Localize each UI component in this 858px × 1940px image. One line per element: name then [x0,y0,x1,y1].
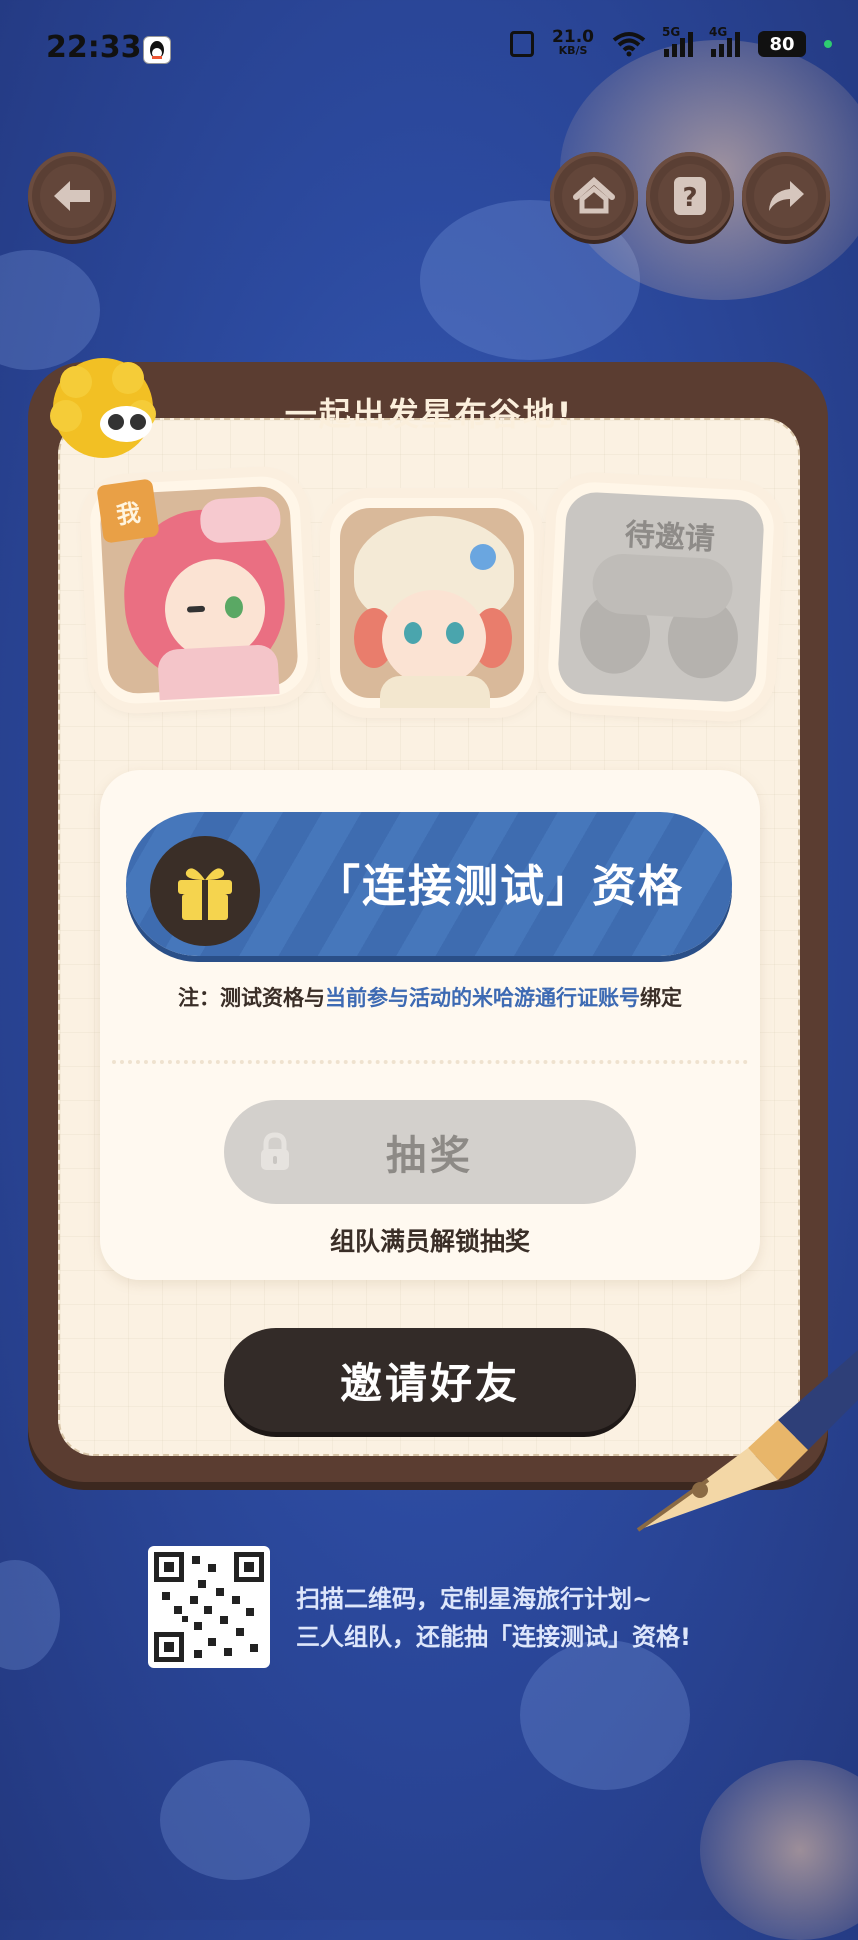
qr-code[interactable] [148,1546,270,1668]
teammate-avatar-2 [330,498,534,708]
question-icon: ? [674,177,706,215]
signal-5g-label: 5G [662,25,681,39]
qr-text-line-1: 扫描二维码，定制星海旅行计划~ [296,1585,653,1613]
network-speed: 21.0 KB/S [552,29,594,58]
wifi-icon [612,32,646,57]
note-prefix: 注：测试资格与 [178,986,325,1010]
draw-unlock-hint: 组队满员解锁抽奖 [329,1227,530,1256]
status-icons: 21.0 KB/S 5G 4G 80 [510,25,832,58]
draw-button-label: 抽奖 [386,1133,474,1179]
invite-button-label: 邀请好友 [339,1358,520,1408]
qr-description: 扫描二维码，定制星海旅行计划~ 三人组队，还能抽「连接测试」资格! [296,1580,691,1656]
battery-indicator: 80 [758,31,806,57]
gift-icon-wrap [150,836,260,946]
reward-note: 注：测试资格与当前参与活动的米哈游通行证账号绑定 [100,982,760,1012]
signal-4g: 4G [709,25,740,57]
invite-friends-button[interactable]: 邀请好友 [224,1328,636,1432]
arrow-left-icon [54,181,90,211]
status-time: 22:33 [46,30,142,65]
home-button[interactable] [550,152,638,240]
privacy-dot-icon [824,40,832,48]
nfc-icon [510,31,535,57]
back-button[interactable] [28,152,116,240]
share-arrow-icon [769,181,804,211]
svg-text:?: ? [682,183,697,213]
signal-5g: 5G [662,25,693,57]
background-glow [700,1760,858,1940]
pending-label: 待邀请 [623,517,716,558]
qq-notification-icon [143,36,171,64]
me-tag: 我 [96,478,160,544]
lock-icon [261,1132,289,1170]
note-highlight: 当前参与活动的米哈游通行证账号 [325,986,640,1010]
qr-code-icon [154,1552,264,1662]
fountain-pen-icon [628,1340,858,1540]
signal-4g-label: 4G [709,25,728,39]
reward-title: 「连接测试」资格 [316,861,684,912]
gift-icon [178,868,232,920]
share-button[interactable] [742,152,830,240]
qr-text-line-2: 三人组队，还能抽「连接测试」资格! [296,1623,691,1651]
help-button[interactable]: ? [646,152,734,240]
note-suffix: 绑定 [640,986,682,1010]
background-star [0,1560,60,1670]
mascot-icon [46,352,160,464]
background-star [520,1640,690,1790]
card-title: 一起出发星布谷地! [284,395,574,433]
background-star [160,1760,310,1880]
home-icon [573,177,615,214]
panel-divider [112,1060,748,1064]
